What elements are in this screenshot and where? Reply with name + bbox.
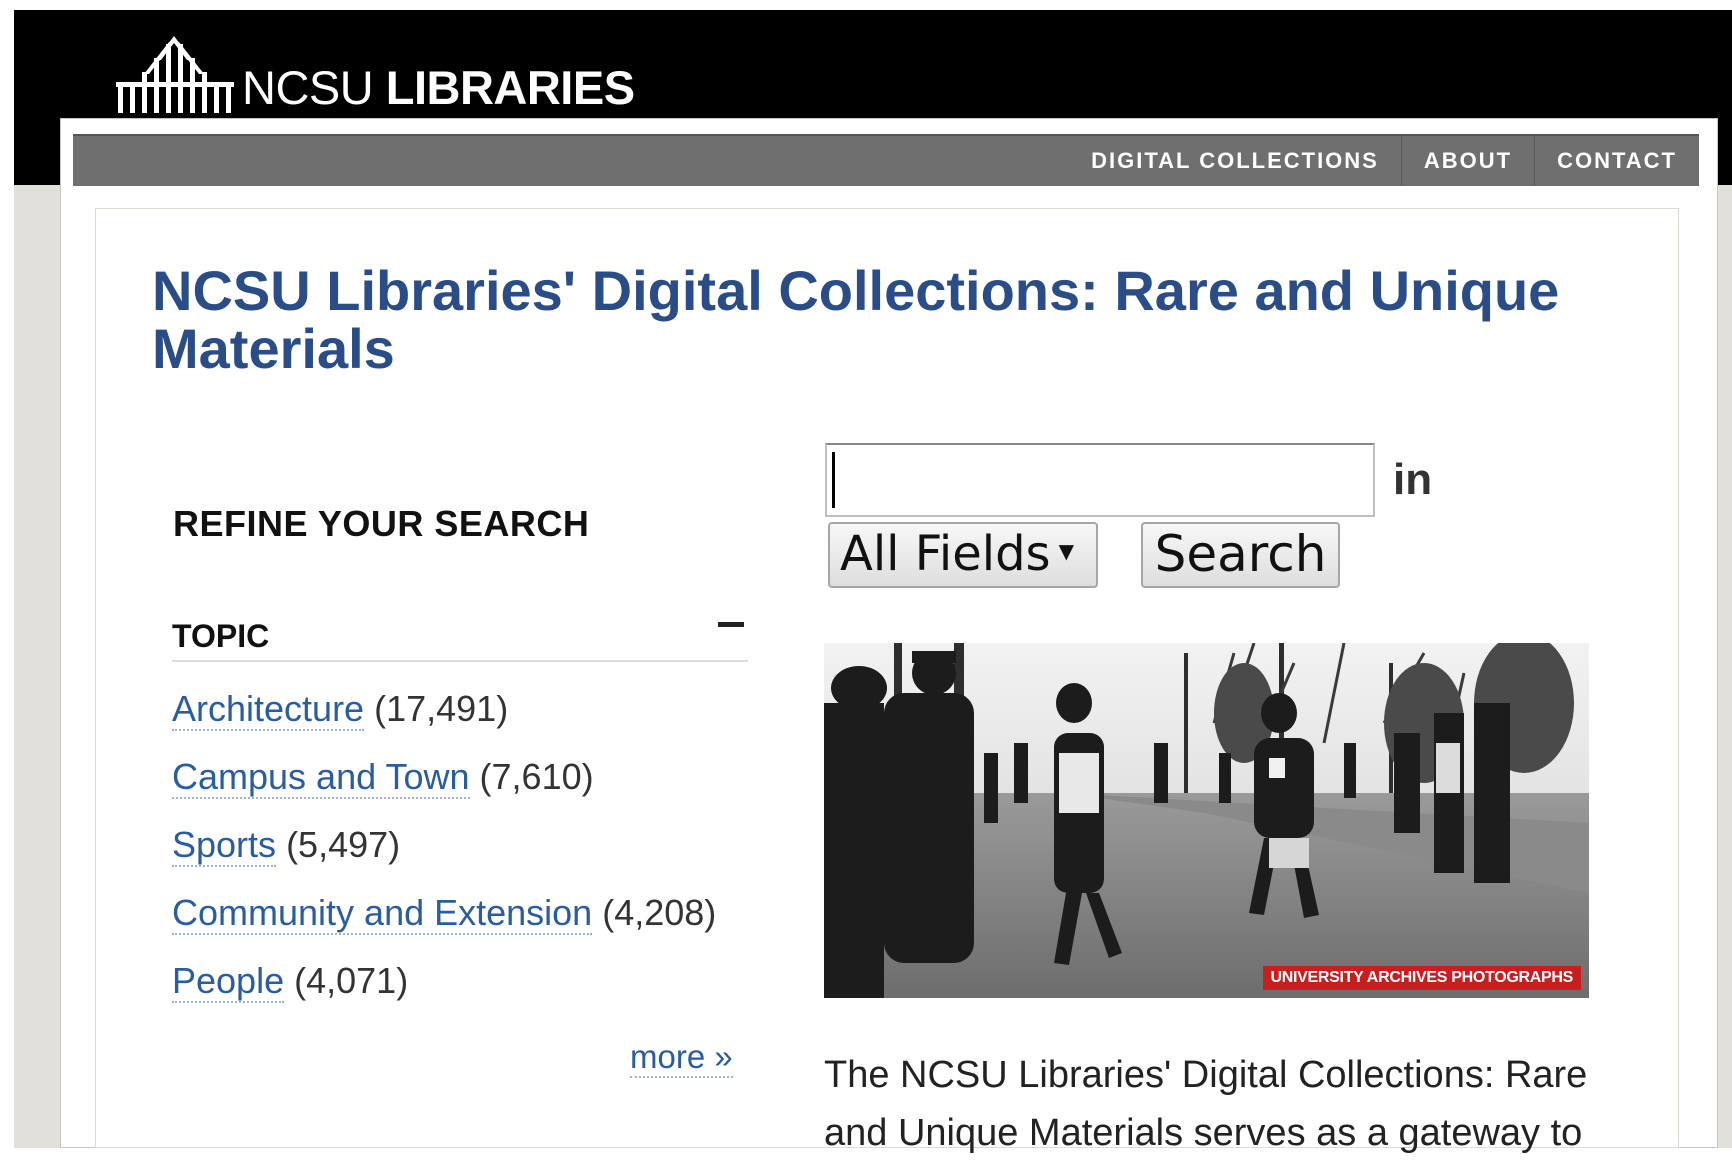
facet-link-people[interactable]: People [172, 960, 285, 1003]
facet-item: People (4,071) [172, 960, 716, 1028]
top-navigation: DIGITAL COLLECTIONS ABOUT CONTACT [73, 134, 1699, 186]
facet-count: (4,208) [602, 892, 717, 933]
facet-item: Campus and Town (7,610) [172, 756, 716, 824]
facet-link-community-and-extension[interactable]: Community and Extension [172, 892, 593, 935]
topic-facet-header: TOPIC [172, 612, 748, 662]
facet-item: Architecture (17,491) [172, 688, 716, 756]
search-field-select[interactable]: All Fields ▼ [828, 522, 1098, 588]
photo-caption: UNIVERSITY ARCHIVES PHOTOGRAPHS [1262, 966, 1581, 990]
minus-icon[interactable] [718, 622, 744, 627]
page-title: NCSU Libraries' Digital Collections: Rar… [152, 259, 1560, 380]
site-logo[interactable]: NCSU LIBRARIES [114, 34, 635, 114]
featured-archive-photo[interactable]: UNIVERSITY ARCHIVES PHOTOGRAPHS [824, 643, 1589, 998]
nav-contact[interactable]: CONTACT [1534, 136, 1699, 186]
facet-count: (4,071) [294, 960, 409, 1001]
facet-count: (5,497) [286, 824, 401, 865]
topic-label: TOPIC [172, 618, 270, 654]
facet-count: (7,610) [479, 756, 594, 797]
refine-search-heading: REFINE YOUR SEARCH [173, 503, 590, 544]
collection-description: The NCSU Libraries' Digital Collections:… [824, 1054, 1588, 1154]
search-input[interactable] [825, 443, 1375, 517]
more-topics-link[interactable]: more » [630, 1038, 733, 1078]
logo-text: NCSU LIBRARIES [242, 61, 635, 114]
facet-link-sports[interactable]: Sports [172, 824, 277, 867]
facet-link-architecture[interactable]: Architecture [172, 688, 365, 731]
select-value: All Fields [840, 526, 1051, 582]
facet-item: Sports (5,497) [172, 824, 716, 892]
nav-digital-collections[interactable]: DIGITAL COLLECTIONS [1069, 136, 1401, 186]
facet-link-campus-and-town[interactable]: Campus and Town [172, 756, 470, 799]
nav-about[interactable]: ABOUT [1400, 136, 1534, 186]
search-button[interactable]: Search [1141, 522, 1340, 588]
facet-item: Community and Extension (4,208) [172, 892, 716, 960]
topic-facet-list: Architecture (17,491) Campus and Town (7… [172, 688, 716, 1028]
ncsu-brick-tower-icon [116, 36, 234, 113]
facet-count: (17,491) [374, 688, 509, 729]
search-in-label: in [1393, 455, 1433, 504]
text-caret [832, 452, 835, 508]
dropdown-arrow-icon: ▼ [1058, 539, 1074, 563]
